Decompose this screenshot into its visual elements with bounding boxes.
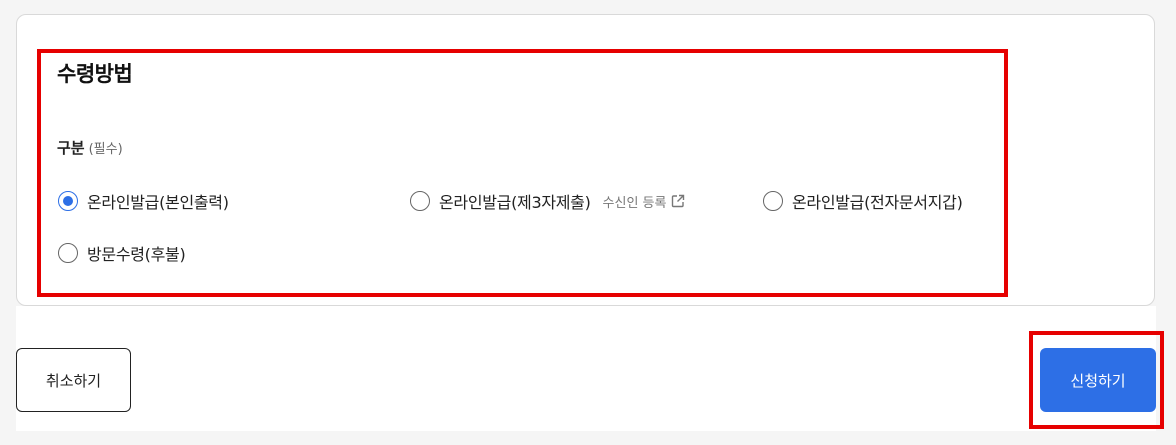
action-bar — [16, 306, 1156, 431]
radio-button[interactable] — [763, 191, 783, 211]
radio-button[interactable] — [410, 191, 430, 211]
field-label: 구분 (필수) — [57, 137, 123, 158]
radio-label: 온라인발급(전자문서지갑) — [792, 193, 963, 212]
external-link-icon — [672, 194, 685, 208]
radio-label: 온라인발급(제3자제출) — [439, 193, 591, 212]
cancel-button[interactable]: 취소하기 — [16, 348, 131, 412]
radio-option-online-third-party[interactable]: 온라인발급(제3자제출) 수신인 등록 — [410, 189, 685, 213]
radio-dot — [63, 196, 73, 206]
radio-option-visit-pickup[interactable]: 방문수령(후불) — [58, 241, 186, 265]
radio-option-online-self[interactable]: 온라인발급(본인출력) — [58, 189, 229, 213]
radio-button-checked[interactable] — [58, 191, 78, 211]
apply-button[interactable]: 신청하기 — [1040, 348, 1156, 412]
recipient-register-label: 수신인 등록 — [602, 195, 667, 211]
section-title: 수령방법 — [57, 62, 133, 86]
field-label-text: 구분 — [57, 139, 85, 157]
radio-label: 온라인발급(본인출력) — [87, 193, 229, 212]
required-hint: (필수) — [88, 142, 123, 157]
receipt-method-panel — [16, 14, 1155, 306]
recipient-register-link[interactable]: 수신인 등록 — [603, 192, 686, 211]
radio-option-online-e-wallet[interactable]: 온라인발급(전자문서지갑) — [763, 189, 963, 213]
radio-label: 방문수령(후불) — [87, 245, 186, 264]
radio-button[interactable] — [58, 243, 78, 263]
